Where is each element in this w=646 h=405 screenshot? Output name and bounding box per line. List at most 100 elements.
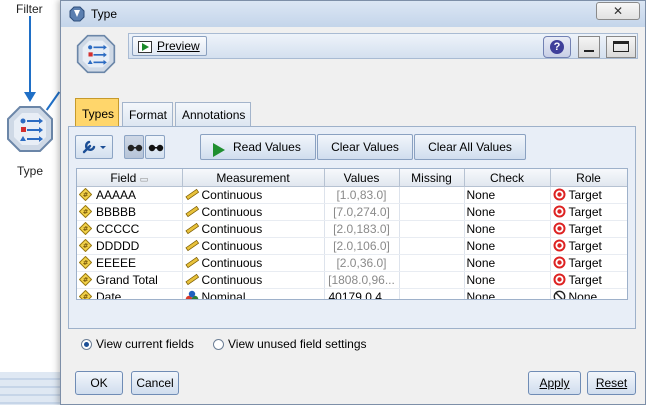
measurement-cell[interactable]: Continuous [182, 186, 325, 204]
measurement-cell[interactable]: Continuous [182, 220, 325, 238]
maximize-button[interactable] [606, 36, 636, 58]
values-cell[interactable]: [7.0,274.0] [324, 203, 400, 221]
check-cell[interactable]: None [464, 203, 551, 221]
table-row[interactable]: # Grand Total Continuous [1808.0,96... None T… [77, 271, 627, 289]
field-cell[interactable]: # Grand Total [77, 271, 183, 289]
cancel-button[interactable]: Cancel [131, 371, 179, 395]
ruler-icon [184, 222, 199, 235]
field-type-icon: # [78, 289, 93, 300]
check-cell[interactable]: None [464, 254, 551, 272]
role-cell[interactable]: Target [550, 254, 627, 272]
check-cell[interactable]: None [464, 220, 551, 238]
minimize-button[interactable] [578, 36, 600, 58]
apply-button[interactable]: Apply [528, 371, 581, 395]
missing-cell[interactable] [399, 203, 465, 221]
field-cell[interactable]: # CCCCC [77, 220, 183, 238]
column-header-field[interactable]: Field ▭ [77, 169, 183, 187]
values-cell[interactable]: [1808.0,96... [324, 271, 400, 289]
table-row[interactable]: # BBBBB Continuous [7.0,274.0] None Target [77, 203, 627, 221]
missing-cell[interactable] [399, 254, 465, 272]
svg-text:#: # [83, 276, 89, 284]
missing-cell[interactable] [399, 288, 465, 299]
values-cell[interactable]: [2.0,36.0] [324, 254, 400, 272]
view-toggle-button-1[interactable] [124, 135, 144, 159]
measurement-cell[interactable]: Continuous [182, 254, 325, 272]
missing-cell[interactable] [399, 271, 465, 289]
missing-cell[interactable] [399, 220, 465, 238]
type-node-icon[interactable] [6, 105, 54, 153]
nominal-icon [185, 290, 198, 299]
column-header-values[interactable]: Values [324, 169, 400, 187]
values-cell[interactable]: [1.0,83.0] [324, 186, 400, 204]
svg-text:#: # [83, 208, 89, 216]
svg-text:#: # [83, 293, 89, 300]
tools-dropdown-button[interactable] [75, 135, 113, 159]
role-cell[interactable]: Target [550, 271, 627, 289]
column-header-measurement[interactable]: Measurement [182, 169, 325, 187]
read-values-button[interactable]: Read Values [200, 134, 316, 160]
field-cell[interactable]: # BBBBB [77, 203, 183, 221]
view-unused-settings-radio[interactable]: View unused field settings [213, 337, 367, 351]
target-icon [553, 239, 566, 252]
check-cell[interactable]: None [464, 288, 551, 299]
column-header-missing[interactable]: Missing [399, 169, 465, 187]
app-icon [69, 6, 85, 22]
values-cell[interactable]: [2.0,183.0] [324, 220, 400, 238]
close-button[interactable]: ✕ [596, 2, 640, 20]
tab-format[interactable]: Format [122, 102, 173, 126]
wrench-icon [81, 139, 109, 158]
check-cell[interactable]: None [464, 186, 551, 204]
connector-arrow [24, 92, 36, 102]
reset-button[interactable]: Reset [587, 371, 636, 395]
missing-cell[interactable] [399, 186, 465, 204]
missing-cell[interactable] [399, 237, 465, 255]
view-current-fields-radio[interactable]: View current fields [81, 337, 194, 351]
column-header-role[interactable]: Role [550, 169, 627, 187]
none-icon [553, 290, 566, 299]
check-cell[interactable]: None [464, 271, 551, 289]
role-cell[interactable]: Target [550, 203, 627, 221]
svg-text:#: # [83, 259, 89, 267]
radio-selected-icon [81, 339, 92, 350]
target-icon [553, 273, 566, 286]
measurement-cell[interactable]: Continuous [182, 271, 325, 289]
role-cell[interactable]: Target [550, 186, 627, 204]
table-row[interactable]: # Date Nominal 40179.0,4... None None [77, 288, 627, 300]
preview-label: Preview [157, 39, 200, 53]
help-button[interactable]: ? [543, 36, 571, 58]
clear-values-button[interactable]: Clear Values [317, 134, 413, 160]
measurement-cell[interactable]: Continuous [182, 203, 325, 221]
role-cell[interactable]: None [550, 288, 627, 299]
ok-button[interactable]: OK [75, 371, 123, 395]
preview-icon [138, 40, 152, 53]
title-bar[interactable]: Type ✕ [61, 1, 645, 27]
check-cell[interactable]: None [464, 237, 551, 255]
ruler-icon [184, 205, 199, 218]
table-row[interactable]: # CCCCC Continuous [2.0,183.0] None Target [77, 220, 627, 238]
values-cell[interactable]: 40179.0,4... [324, 288, 400, 299]
tab-annotations[interactable]: Annotations [175, 102, 251, 126]
maximize-icon [613, 41, 629, 52]
table-row[interactable]: # EEEEE Continuous [2.0,36.0] None Target [77, 254, 627, 272]
field-cell[interactable]: # EEEEE [77, 254, 183, 272]
table-row[interactable]: # AAAAA Continuous [1.0,83.0] None Target [77, 186, 627, 204]
field-cell[interactable]: # Date [77, 288, 183, 300]
values-cell[interactable]: [2.0,106.0] [324, 237, 400, 255]
view-toggle-button-2[interactable] [145, 135, 165, 159]
preview-button[interactable]: Preview [132, 36, 207, 56]
column-header-check[interactable]: Check [464, 169, 551, 187]
clear-all-values-button[interactable]: Clear All Values [414, 134, 526, 160]
measurement-cell[interactable]: Continuous [182, 237, 325, 255]
role-cell[interactable]: Target [550, 220, 627, 238]
filter-node-label: Filter [16, 2, 43, 16]
connector-line [29, 16, 31, 96]
field-cell[interactable]: # DDDDD [77, 237, 183, 255]
measurement-cell[interactable]: Nominal [182, 288, 325, 299]
tab-types[interactable]: Types [75, 98, 119, 126]
field-cell[interactable]: # AAAAA [77, 186, 183, 204]
target-icon [553, 256, 566, 269]
role-cell[interactable]: Target [550, 237, 627, 255]
field-type-icon: # [78, 255, 93, 270]
play-icon [213, 141, 225, 165]
table-row[interactable]: # DDDDD Continuous [2.0,106.0] None Target [77, 237, 627, 255]
